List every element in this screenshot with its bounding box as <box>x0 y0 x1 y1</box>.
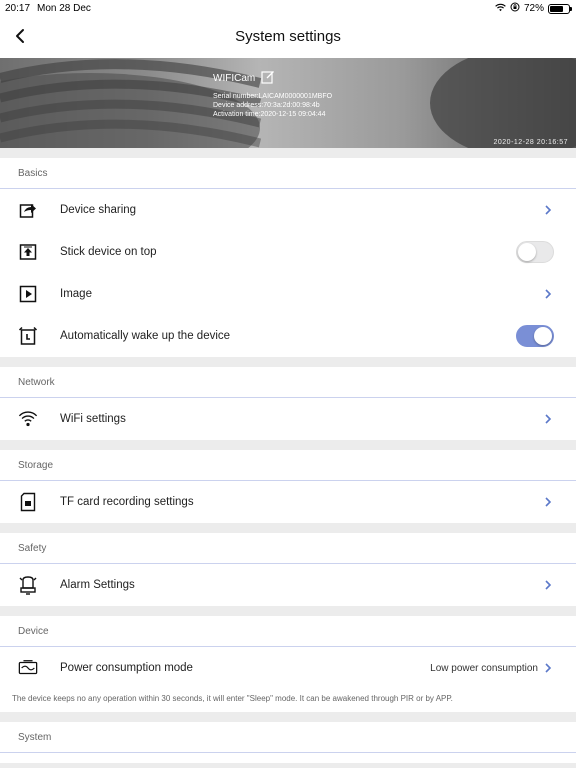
toggle-knob <box>534 327 552 345</box>
battery-percent: 72% <box>523 3 544 14</box>
alarm-settings-label: Alarm Settings <box>60 579 135 591</box>
status-time: 20:17 <box>5 3 31 14</box>
chevron-right-icon <box>545 580 552 590</box>
section-gap <box>0 148 576 158</box>
alarm-clock-icon <box>18 326 38 346</box>
status-right: 72% <box>495 2 572 15</box>
section-basics: Basics Device sharing Stick device on to… <box>0 158 576 357</box>
battery-fill <box>550 5 563 12</box>
section-storage: Storage TF card recording settings <box>0 450 576 523</box>
section-system: System <box>0 722 576 763</box>
chevron-right-icon <box>545 289 552 299</box>
section-header-safety: Safety <box>0 533 576 564</box>
preview-timestamp: 2020-12-28 20:16:57 <box>493 139 568 146</box>
power-mode-value: Low power consumption <box>430 662 538 674</box>
wifi-icon <box>18 409 38 429</box>
wifi-settings-label: WiFi settings <box>60 413 126 425</box>
section-gap <box>0 357 576 367</box>
pin-to-top-icon <box>18 242 38 262</box>
section-header-storage: Storage <box>0 450 576 481</box>
chevron-right-icon <box>545 663 552 673</box>
power-mode-note: The device keeps no any operation within… <box>0 689 576 712</box>
camera-preview-banner[interactable]: WIFICam Serial number:LAICAM0000001MBFO … <box>0 58 576 148</box>
tf-card-row[interactable]: TF card recording settings <box>0 481 576 523</box>
device-info: WIFICam Serial number:LAICAM0000001MBFO … <box>213 70 332 119</box>
settings-list: Basics Device sharing Stick device on to… <box>0 148 576 768</box>
auto-wake-toggle[interactable] <box>516 325 554 347</box>
section-safety: Safety Alarm Settings <box>0 533 576 606</box>
share-icon <box>18 200 38 220</box>
chevron-right-icon <box>545 497 552 507</box>
device-sharing-label: Device sharing <box>60 204 137 216</box>
section-device: Device Power consumption mode Low power … <box>0 616 576 712</box>
play-icon <box>18 284 38 304</box>
wifi-settings-row[interactable]: WiFi settings <box>0 398 576 440</box>
page-title: System settings <box>235 28 341 45</box>
image-label: Image <box>60 288 92 300</box>
serial-number: Serial number:LAICAM0000001MBFO <box>213 93 333 100</box>
tf-card-label: TF card recording settings <box>60 496 194 508</box>
stick-on-top-toggle[interactable] <box>516 241 554 263</box>
status-bar: 20:17 Mon 28 Dec 72% <box>0 0 576 18</box>
section-gap <box>0 606 576 616</box>
section-gap <box>0 712 576 722</box>
image-row[interactable]: Image <box>0 273 576 315</box>
stick-on-top-label: Stick device on top <box>60 246 157 258</box>
alarm-settings-row[interactable]: Alarm Settings <box>0 564 576 606</box>
device-name: WIFICam <box>213 73 256 84</box>
section-header-basics: Basics <box>0 158 576 189</box>
wifi-icon <box>495 3 506 15</box>
section-gap <box>0 440 576 450</box>
alarm-icon <box>18 575 38 595</box>
power-mode-row[interactable]: Power consumption mode Low power consump… <box>0 647 576 689</box>
activation-time: Activation time:2020-12-15 09:04:44 <box>213 111 326 118</box>
device-sharing-row[interactable]: Device sharing <box>0 189 576 231</box>
orientation-lock-icon <box>510 2 520 15</box>
status-date: Mon 28 Dec <box>37 3 91 14</box>
section-header-network: Network <box>0 367 576 398</box>
section-header-system: System <box>0 722 576 753</box>
chevron-right-icon <box>545 414 552 424</box>
sd-card-icon <box>18 492 38 512</box>
stick-on-top-row: Stick device on top <box>0 231 576 273</box>
nav-bar: System settings <box>0 18 576 58</box>
power-mode-label: Power consumption mode <box>60 662 193 674</box>
section-header-device: Device <box>0 616 576 647</box>
auto-wake-label: Automatically wake up the device <box>60 330 231 342</box>
power-mode-icon <box>18 658 38 678</box>
section-gap <box>0 523 576 533</box>
battery-icon <box>548 3 572 14</box>
device-address: Device address:70:3a:2d:00:98:4b <box>213 102 320 109</box>
edit-icon[interactable] <box>261 70 275 87</box>
auto-wake-row: Automatically wake up the device <box>0 315 576 357</box>
section-network: Network WiFi settings <box>0 367 576 440</box>
section-system-body <box>0 753 576 763</box>
chevron-right-icon <box>545 205 552 215</box>
toggle-knob <box>518 243 536 261</box>
